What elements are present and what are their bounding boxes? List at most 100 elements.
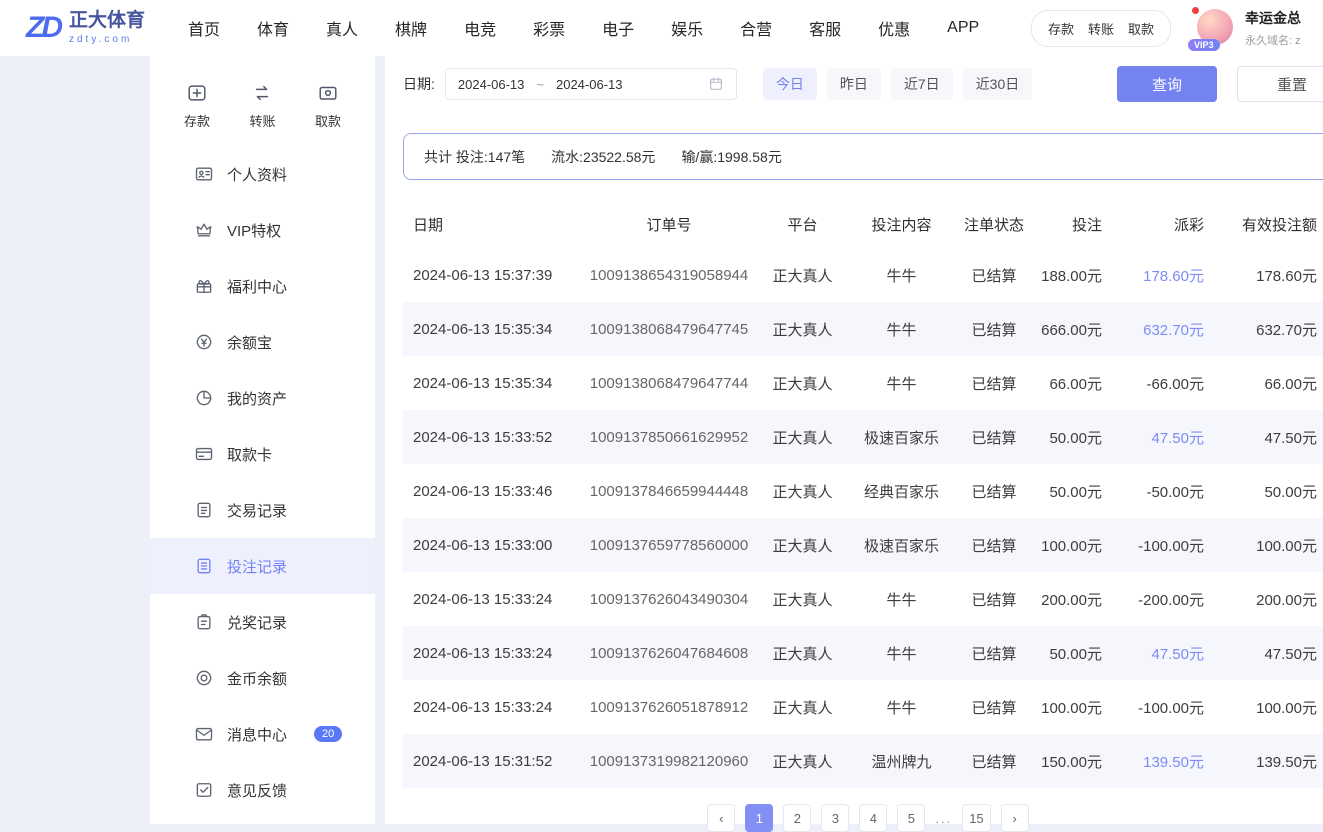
cell-status: 已结算 <box>958 410 1030 464</box>
range-button-2[interactable]: 近7日 <box>891 68 953 100</box>
gift-icon <box>194 276 214 296</box>
nav-item-5[interactable]: 彩票 <box>533 16 565 40</box>
column-header-4: 注单状态 <box>958 200 1030 248</box>
cell-status: 已结算 <box>958 734 1030 788</box>
sidebar-item-10[interactable]: 消息中心20 <box>150 706 375 762</box>
sidebar-item-2[interactable]: 福利中心 <box>150 258 375 314</box>
wallet-link-0[interactable]: 存款 <box>1048 19 1074 38</box>
cell-valid-bet: 100.00元 <box>1220 680 1323 734</box>
page-button-3[interactable]: 3 <box>821 804 849 832</box>
page-button-2[interactable]: 2 <box>783 804 811 832</box>
cell-order-no: 1009138654319058944 <box>578 248 760 302</box>
username[interactable]: 幸运金总 <box>1245 8 1323 28</box>
sidebar-item-8[interactable]: 兑奖记录 <box>150 594 375 650</box>
date-to-value[interactable]: 2024-06-13 <box>556 77 623 92</box>
page-button-4[interactable]: 4 <box>859 804 887 832</box>
cell-date: 2024-06-13 15:33:24 <box>403 680 578 734</box>
table-row: 2024-06-13 15:33:241009137626051878912正大… <box>403 680 1323 734</box>
nav-item-9[interactable]: 客服 <box>809 16 841 40</box>
wallet-link-2[interactable]: 取款 <box>1128 19 1154 38</box>
vip-level-badge: VIP3 <box>1188 39 1220 51</box>
cell-date: 2024-06-13 15:33:46 <box>403 464 578 518</box>
next-page-button[interactable]: › <box>1001 804 1029 832</box>
cell-bet-amount: 50.00元 <box>1030 626 1118 680</box>
cell-payout: 178.60元 <box>1118 248 1220 302</box>
brand-logo[interactable]: ZD 正大体育 zdty.com <box>0 11 188 45</box>
sidebar-item-11[interactable]: 意见反馈 <box>150 762 375 818</box>
nav-item-10[interactable]: 优惠 <box>878 16 910 40</box>
cell-platform: 正大真人 <box>760 626 845 680</box>
top-header: ZD 正大体育 zdty.com 首页 体育 真人 棋牌 电竞 彩票 电子 娱乐 合营 客服 优惠 A… <box>0 0 1323 56</box>
nav-item-11[interactable]: APP <box>947 19 979 37</box>
sidebar-item-3[interactable]: 余额宝 <box>150 314 375 370</box>
sidebar-item-1[interactable]: VIP特权 <box>150 202 375 258</box>
bet-records-table: 日期订单号平台投注内容注单状态投注派彩有效投注额 2024-06-13 15:3… <box>403 200 1323 788</box>
cell-payout: 632.70元 <box>1118 302 1220 356</box>
cell-date: 2024-06-13 15:35:34 <box>403 302 578 356</box>
reset-button[interactable]: 重置 <box>1237 66 1323 102</box>
page-button-1[interactable]: 1 <box>745 804 773 832</box>
sidebar-item-label: 意见反馈 <box>227 780 287 801</box>
cell-bet-amount: 66.00元 <box>1030 356 1118 410</box>
cell-order-no: 1009137659778560000 <box>578 518 760 572</box>
filter-bar: 日期: 2024-06-13 ~ 2024-06-13 今日昨日近7日近30日 … <box>403 56 1323 102</box>
cell-date: 2024-06-13 15:31:52 <box>403 734 578 788</box>
main-nav: 首页 体育 真人 棋牌 电竞 彩票 电子 娱乐 合营 客服 优惠 APP <box>188 16 979 40</box>
nav-item-1[interactable]: 体育 <box>257 16 289 40</box>
nav-item-7[interactable]: 娱乐 <box>671 16 703 40</box>
quick-action-1[interactable]: 转账 <box>249 82 275 130</box>
page-button-15[interactable]: 15 <box>962 804 990 832</box>
cell-platform: 正大真人 <box>760 734 845 788</box>
sidebar-item-label: 兑奖记录 <box>227 612 287 633</box>
query-button[interactable]: 查询 <box>1117 66 1217 102</box>
quick-action-2[interactable]: 取款 <box>315 82 341 130</box>
sidebar-item-4[interactable]: 我的资产 <box>150 370 375 426</box>
cell-bet-amount: 50.00元 <box>1030 410 1118 464</box>
cell-order-no: 1009137846659944448 <box>578 464 760 518</box>
range-button-0[interactable]: 今日 <box>763 68 817 100</box>
sidebar-item-7[interactable]: 投注记录 <box>150 538 375 594</box>
header-right: 存款转账取款 VIP3 幸运金总 永久域名: z <box>1031 8 1323 48</box>
filter-action-buttons: 查询 重置 <box>1117 66 1323 102</box>
range-button-1[interactable]: 昨日 <box>827 68 881 100</box>
cell-payout: -100.00元 <box>1118 518 1220 572</box>
nav-item-4[interactable]: 电竞 <box>464 16 496 40</box>
cell-status: 已结算 <box>958 680 1030 734</box>
transfer-icon <box>251 82 273 104</box>
table-row: 2024-06-13 15:33:241009137626047684608正大… <box>403 626 1323 680</box>
cell-valid-bet: 47.50元 <box>1220 626 1323 680</box>
table-row: 2024-06-13 15:31:521009137319982120960正大… <box>403 734 1323 788</box>
sidebar-item-9[interactable]: 金币余额 <box>150 650 375 706</box>
quick-action-label: 取款 <box>315 111 341 130</box>
cell-bet-amount: 200.00元 <box>1030 572 1118 626</box>
sidebar-item-0[interactable]: 个人资料 <box>150 146 375 202</box>
date-range-picker[interactable]: 2024-06-13 ~ 2024-06-13 <box>445 68 737 100</box>
table-row: 2024-06-13 15:33:001009137659778560000正大… <box>403 518 1323 572</box>
range-button-3[interactable]: 近30日 <box>963 68 1033 100</box>
cell-bet-amount: 100.00元 <box>1030 518 1118 572</box>
table-row: 2024-06-13 15:33:241009137626043490304正大… <box>403 572 1323 626</box>
nav-item-8[interactable]: 合营 <box>740 16 772 40</box>
nav-item-6[interactable]: 电子 <box>602 16 634 40</box>
nav-item-0[interactable]: 首页 <box>188 16 220 40</box>
sidebar-item-label: 金币余额 <box>227 668 287 689</box>
table-row: 2024-06-13 15:35:341009138068479647745正大… <box>403 302 1323 356</box>
page-button-5[interactable]: 5 <box>897 804 925 832</box>
sidebar-item-5[interactable]: 取款卡 <box>150 426 375 482</box>
table-header-row: 日期订单号平台投注内容注单状态投注派彩有效投注额 <box>403 200 1323 248</box>
nav-item-2[interactable]: 真人 <box>326 16 358 40</box>
wallet-quick-links: 存款转账取款 <box>1031 10 1171 47</box>
cell-bet-content: 牛牛 <box>845 626 958 680</box>
nav-item-3[interactable]: 棋牌 <box>395 16 427 40</box>
cell-date: 2024-06-13 15:33:24 <box>403 626 578 680</box>
bet-records-icon <box>194 556 214 576</box>
user-avatar[interactable]: VIP3 <box>1197 9 1235 47</box>
table-row: 2024-06-13 15:35:341009138068479647744正大… <box>403 356 1323 410</box>
calendar-icon[interactable] <box>708 76 724 92</box>
quick-action-0[interactable]: 存款 <box>184 82 210 130</box>
wallet-link-1[interactable]: 转账 <box>1088 19 1114 38</box>
cell-platform: 正大真人 <box>760 464 845 518</box>
prev-page-button[interactable]: ‹ <box>707 804 735 832</box>
date-from-value[interactable]: 2024-06-13 <box>458 77 525 92</box>
sidebar-item-6[interactable]: 交易记录 <box>150 482 375 538</box>
